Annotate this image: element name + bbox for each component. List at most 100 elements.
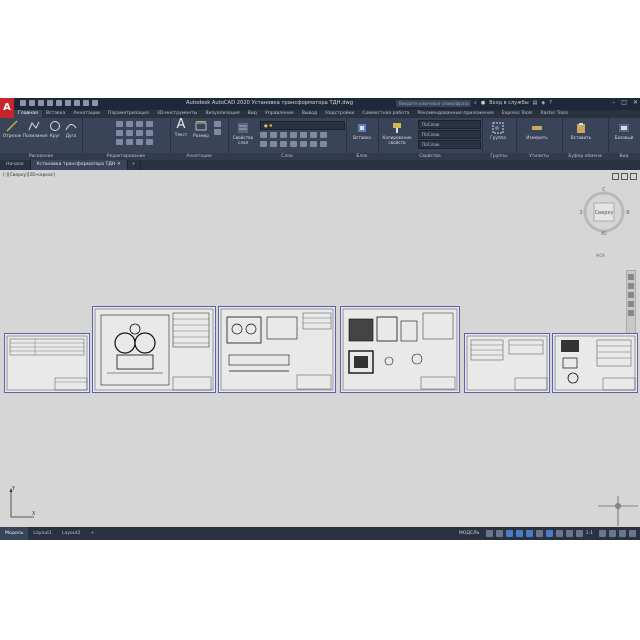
scale-icon[interactable] [126, 139, 133, 145]
tab-layout1[interactable]: Layout1 [28, 527, 57, 540]
annotation-visibility-icon[interactable] [575, 530, 583, 537]
web-save-icon[interactable] [65, 100, 71, 106]
lineweight-combo[interactable]: ПоСлою [418, 130, 481, 139]
exchange-icon[interactable]: ◈ [541, 100, 545, 106]
web-open-icon[interactable] [56, 100, 62, 106]
offset-icon[interactable] [146, 139, 153, 145]
model-space-button[interactable]: МОДЕЛЬ [459, 531, 480, 536]
layer-copy-icon[interactable] [320, 141, 327, 147]
showmotion-icon[interactable] [628, 310, 634, 316]
pan-icon[interactable] [628, 283, 634, 289]
tab-model[interactable]: Модель [0, 527, 29, 540]
app-menu-button[interactable]: A [0, 98, 14, 118]
polyline-tool[interactable]: Полилиния [23, 120, 48, 138]
layer-iso-icon[interactable] [280, 132, 287, 138]
drawing-sheet-5[interactable] [464, 333, 550, 393]
zoom-icon[interactable] [628, 292, 634, 298]
layer-properties-tool[interactable]: Свойства слоя [230, 122, 256, 145]
layer-delete-icon[interactable] [280, 141, 287, 147]
ribbon-tab[interactable]: Аннотации [69, 110, 104, 118]
leader-icon[interactable] [214, 121, 221, 127]
save-icon[interactable] [38, 100, 44, 106]
dimension-tool[interactable]: Размер [192, 120, 210, 138]
transparency-icon[interactable] [555, 530, 563, 537]
grid-icon[interactable] [485, 530, 493, 537]
drawing-sheet-4[interactable] [340, 306, 460, 393]
lineweight-icon[interactable] [545, 530, 553, 537]
table-icon[interactable] [214, 129, 221, 135]
tab-start[interactable]: Начало [0, 160, 31, 170]
fillet-icon[interactable] [136, 130, 143, 136]
ribbon-tab[interactable]: Вывод [298, 110, 321, 118]
snap-icon[interactable] [495, 530, 503, 537]
color-combo[interactable]: ПоСлою [418, 120, 481, 129]
redo-icon[interactable] [92, 100, 98, 106]
user-icon[interactable]: ● [481, 100, 485, 106]
ribbon-tab[interactable]: Raster Tools [537, 110, 573, 118]
ribbon-tab[interactable]: Совместная работа [358, 110, 413, 118]
drawing-viewport[interactable]: [-][Сверху][2D-каркас] С В З Ю Сверху МС… [0, 170, 640, 527]
paste-tool[interactable]: Вставить [566, 122, 596, 140]
ribbon-tab[interactable]: Вставка [42, 110, 69, 118]
polar-icon[interactable] [515, 530, 523, 537]
vp-close-icon[interactable] [630, 173, 637, 180]
search-input[interactable]: Введите ключевое слово/фразу [396, 100, 471, 107]
ribbon-tab[interactable]: Параметризация [104, 110, 153, 118]
close-icon[interactable]: ✕ [633, 99, 638, 106]
plot-icon[interactable] [74, 100, 80, 106]
viewport-controls-label[interactable]: [-][Сверху][2D-каркас] [3, 173, 55, 178]
fullscreen-icon[interactable] [619, 530, 626, 537]
layer-combo[interactable]: ● ✹ [260, 121, 345, 130]
drawing-sheet-2[interactable] [92, 306, 216, 393]
workspace-gear-icon[interactable] [599, 530, 606, 537]
move-icon[interactable] [116, 121, 123, 127]
viewcube[interactable]: С В З Ю Сверху [578, 186, 630, 236]
add-layout-button[interactable]: + [86, 527, 100, 540]
drawing-sheet-6[interactable] [552, 333, 638, 393]
measure-tool[interactable]: Измерить [520, 122, 554, 140]
new-icon[interactable] [20, 100, 26, 106]
help-button[interactable]: ? [549, 100, 552, 106]
linetype-combo[interactable]: ПоСлою [418, 140, 481, 149]
layer-off-icon[interactable] [270, 132, 277, 138]
steering-wheel-icon[interactable] [628, 274, 634, 280]
layer-merge-icon[interactable] [270, 141, 277, 147]
stretch-icon[interactable] [116, 139, 123, 145]
vp-minimize-icon[interactable] [612, 173, 619, 180]
undo-icon[interactable] [83, 100, 89, 106]
insert-tool[interactable]: Вставка [349, 122, 375, 140]
ribbon-tab[interactable]: Надстройки [321, 110, 358, 118]
layer-prev-icon[interactable] [310, 132, 317, 138]
save-as-icon[interactable] [47, 100, 53, 106]
rotate-icon[interactable] [126, 121, 133, 127]
layer-state-icon[interactable] [320, 132, 327, 138]
layer-freeze-icon[interactable] [290, 132, 297, 138]
tab-layout2[interactable]: Layout2 [57, 527, 86, 540]
layer-unlock-icon[interactable] [290, 141, 297, 147]
ribbon-tab[interactable]: Рекомендованные приложения [414, 110, 498, 118]
vp-restore-icon[interactable] [621, 173, 628, 180]
group-tool[interactable]: Группа [484, 122, 512, 140]
line-tool[interactable]: Отрезок [3, 120, 21, 138]
layer-walk-icon[interactable] [260, 141, 267, 147]
explode-icon[interactable] [146, 130, 153, 136]
copy-icon[interactable] [116, 130, 123, 136]
match-properties-tool[interactable]: Копирование свойств [380, 122, 414, 145]
new-tab-button[interactable]: + [128, 160, 141, 170]
ribbon-tab[interactable]: Управление [261, 110, 298, 118]
ribbon-tab[interactable]: Главная [14, 110, 42, 118]
drawing-sheet-1[interactable] [4, 333, 90, 393]
layer-on-icon[interactable] [310, 141, 317, 147]
drawing-sheet-3[interactable] [218, 306, 336, 393]
array-icon[interactable] [136, 139, 143, 145]
mirror-icon[interactable] [126, 130, 133, 136]
isolate-objects-icon[interactable] [609, 530, 616, 537]
binoculars-icon[interactable]: ⌕ [474, 100, 477, 106]
customize-icon[interactable] [629, 530, 636, 537]
arc-tool[interactable]: Дуга [64, 120, 78, 138]
minimize-icon[interactable]: – [612, 99, 615, 106]
ortho-icon[interactable] [505, 530, 513, 537]
trim-icon[interactable] [136, 121, 143, 127]
tab-drawing[interactable]: Установка трансформатора ТДН ✕ [30, 160, 128, 170]
layer-match-icon[interactable] [260, 132, 267, 138]
